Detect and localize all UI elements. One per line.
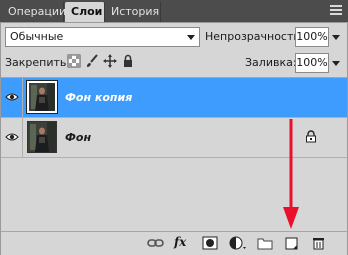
brush-icon[interactable] <box>85 54 99 68</box>
opacity-dropdown-icon[interactable] <box>331 27 341 47</box>
lock-icon[interactable] <box>121 54 135 68</box>
fill-label: Заливка: <box>245 56 297 69</box>
visibility-toggle[interactable] <box>1 118 23 157</box>
opacity-input[interactable]: 100% <box>295 27 329 47</box>
tab-history[interactable]: История <box>105 2 161 22</box>
layer-name[interactable]: Фон копия <box>65 91 132 104</box>
tab-actions[interactable]: Операции <box>2 2 66 22</box>
lock-row: Закрепить: Заливка: 100% <box>5 52 343 74</box>
move-icon[interactable] <box>103 54 117 68</box>
annotation-arrow-icon <box>283 119 299 229</box>
blend-mode-select[interactable]: Обычные <box>5 27 200 47</box>
tab-layers[interactable]: Слои <box>65 2 105 22</box>
layer-row[interactable]: Фон копия <box>1 78 347 118</box>
blend-row: Обычные Непрозрачность: 100% <box>5 27 343 49</box>
trash-icon[interactable] <box>311 236 327 250</box>
chevron-down-icon <box>187 35 195 40</box>
transparency-lock-icon[interactable] <box>67 54 81 68</box>
fill-input[interactable]: 100% <box>295 53 329 73</box>
mask-icon[interactable] <box>202 236 218 250</box>
layers-toolbar: fx <box>1 231 347 255</box>
visibility-toggle[interactable] <box>1 78 23 117</box>
lock-label: Закрепить: <box>5 56 71 69</box>
link-icon[interactable] <box>147 236 164 250</box>
lock-icon <box>305 130 317 146</box>
eye-icon <box>5 133 19 141</box>
blend-mode-value: Обычные <box>10 30 64 43</box>
layer-thumbnail[interactable] <box>27 121 57 153</box>
folder-icon[interactable] <box>257 236 273 250</box>
panel-tabbar: Операции Слои История <box>0 0 348 23</box>
eye-icon <box>5 93 19 101</box>
layer-thumbnail[interactable] <box>26 80 58 114</box>
fill-dropdown-icon[interactable] <box>331 53 341 73</box>
adjustment-icon[interactable] <box>229 236 246 250</box>
lock-options <box>67 54 135 70</box>
panel-menu-icon[interactable] <box>330 5 342 15</box>
layers-panel: Обычные Непрозрачность: 100% Закрепить: … <box>0 22 348 255</box>
layer-name[interactable]: Фон <box>65 131 91 144</box>
fx-icon[interactable]: fx <box>174 235 190 249</box>
new-layer-icon[interactable] <box>284 236 300 250</box>
opacity-label: Непрозрачность: <box>205 30 304 43</box>
